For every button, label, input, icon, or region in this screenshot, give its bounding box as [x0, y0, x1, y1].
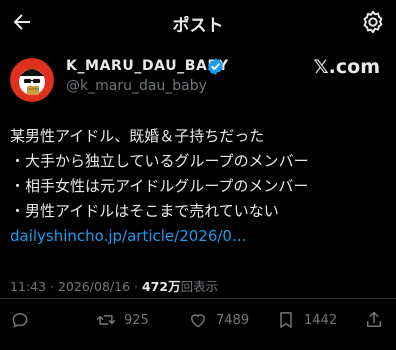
retweet-button[interactable]: 925: [96, 310, 149, 330]
post-body: 某男性アイドル、既婚＆子持ちだった ・大手から独立しているグループのメンバー ・…: [10, 124, 390, 249]
heart-icon: [191, 314, 205, 328]
top-bar: ポスト: [0, 0, 396, 44]
post-line: 某男性アイドル、既婚＆子持ちだった: [10, 127, 265, 145]
post-date: 2026/08/16: [57, 279, 131, 294]
page-title: ポスト: [172, 16, 224, 36]
like-button[interactable]: 7489: [188, 310, 249, 330]
divider: [0, 298, 396, 299]
view-count-label: 回表示: [180, 279, 219, 294]
author-handle[interactable]: @k_maru_dau_baby: [66, 78, 207, 94]
source-label: 𝕏.com: [313, 56, 380, 78]
post-line: ・相手女性は元アイドルグループのメンバー: [10, 177, 309, 195]
meta-separator: ·: [50, 279, 54, 294]
verified-badge-icon: [207, 58, 224, 75]
reply-button[interactable]: [10, 310, 38, 330]
retweet-icon: [96, 315, 116, 325]
article-link[interactable]: dailyshincho.jp/article/2026/0...: [10, 224, 390, 249]
reply-icon: [12, 313, 28, 328]
share-button[interactable]: [364, 310, 384, 330]
retweet-count: 925: [124, 312, 149, 328]
like-count: 7489: [216, 312, 250, 328]
gear-icon[interactable]: [360, 9, 386, 35]
bookmark-button[interactable]: 1442: [276, 310, 337, 330]
post-line: ・男性アイドルはそこまで売れていない: [10, 202, 279, 220]
share-icon: [367, 311, 381, 327]
view-count[interactable]: 472万: [142, 279, 181, 294]
meta-separator: ·: [134, 279, 138, 294]
avatar[interactable]: [10, 58, 54, 102]
post-time: 11:43: [10, 279, 47, 294]
author-name[interactable]: K_MARU_DAU_BABY: [66, 58, 229, 74]
bookmark-count: 1442: [304, 312, 338, 328]
bookmark-icon: [280, 312, 292, 328]
post-meta: 11:43 · 2026/08/16 · 472万回表示: [10, 276, 218, 295]
post-line: ・大手から独立しているグループのメンバー: [10, 152, 309, 170]
